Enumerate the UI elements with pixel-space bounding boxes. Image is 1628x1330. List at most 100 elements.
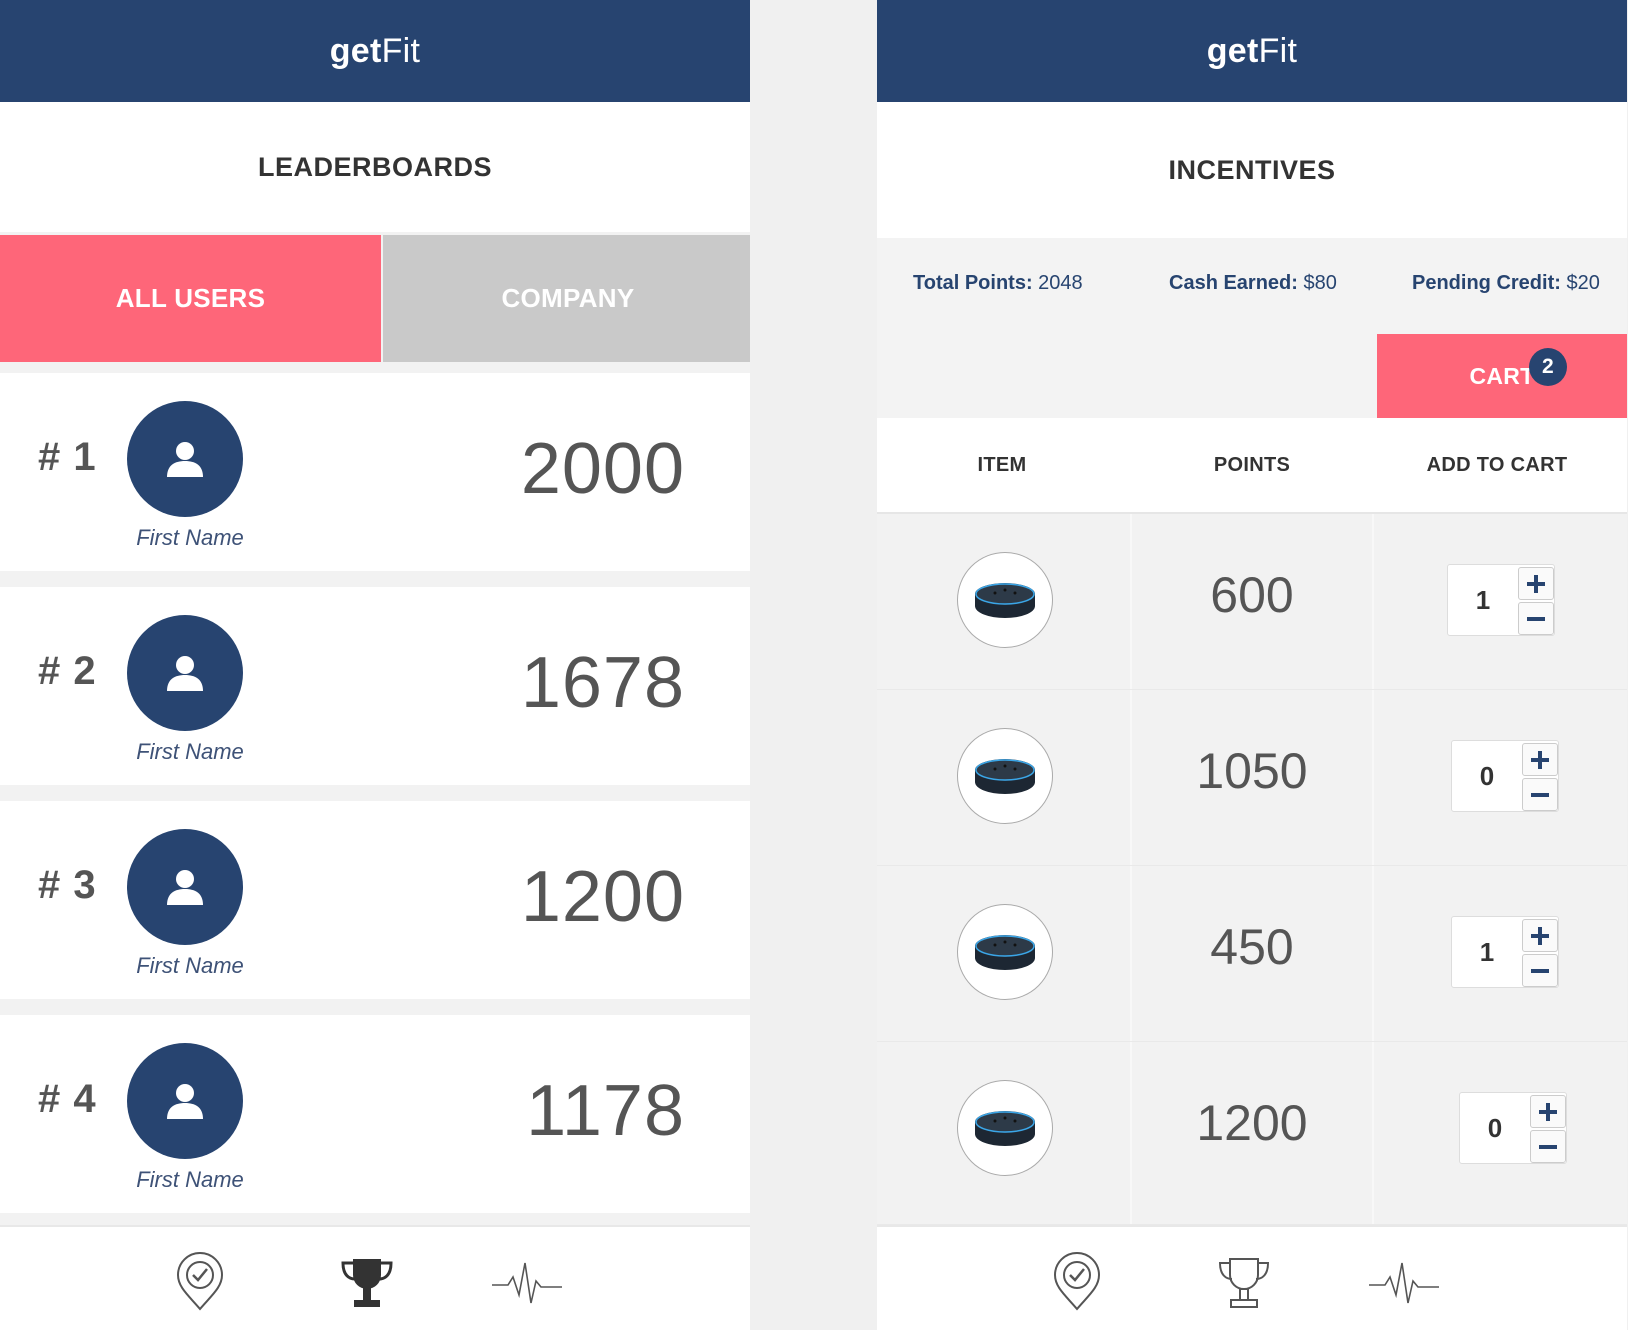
decrement-button[interactable]: [1530, 1130, 1566, 1163]
quantity-stepper: 0: [1459, 1092, 1567, 1164]
heartbeat-icon[interactable]: [490, 1251, 564, 1315]
avatar: [127, 615, 243, 731]
page-title: INCENTIVES: [1168, 154, 1336, 185]
plus-icon: [1531, 750, 1549, 769]
getfit-logo: getFit: [1207, 32, 1298, 71]
leaderboards-screen: getFit LEADERBOARDS ALL USERS COMPANY # …: [0, 0, 750, 1330]
trophy-icon[interactable]: [335, 1251, 399, 1315]
minus-icon: [1527, 616, 1545, 621]
user-icon: [167, 1084, 203, 1119]
item-points: 600: [1210, 567, 1294, 623]
smart-speaker-icon: [975, 935, 1035, 970]
cart-area: CART 2: [877, 328, 1627, 418]
table-row: 600 1: [877, 514, 1627, 690]
rank-label: # 4: [38, 1077, 97, 1121]
quantity-stepper: 1: [1451, 916, 1559, 988]
page-title: LEADERBOARDS: [257, 151, 492, 182]
user-icon: [167, 442, 203, 477]
bottom-nav: [0, 1225, 750, 1330]
item-image: [957, 904, 1053, 1000]
minus-icon: [1531, 968, 1549, 973]
bottom-nav: [877, 1225, 1627, 1330]
rank-label: # 2: [38, 649, 97, 693]
avatar: [127, 1043, 243, 1159]
stat-key: Total Points:: [913, 272, 1033, 294]
plus-icon: [1527, 574, 1545, 593]
checkin-pin-icon[interactable]: [1045, 1251, 1109, 1315]
column-header-item: ITEM: [977, 454, 1027, 476]
total-points-stat: Total Points: 2048: [913, 272, 1083, 295]
stat-key: Cash Earned:: [1169, 272, 1298, 294]
decrement-button[interactable]: [1522, 778, 1558, 811]
increment-button[interactable]: [1530, 1095, 1566, 1128]
app-header: getFit: [0, 0, 750, 102]
user-name: First Name: [136, 1167, 244, 1192]
leaderboard-row: # 4 First Name 1178: [0, 1015, 750, 1213]
increment-button[interactable]: [1518, 567, 1554, 600]
plus-icon: [1539, 1102, 1557, 1121]
item-image: [957, 1080, 1053, 1176]
decrement-button[interactable]: [1522, 954, 1558, 987]
quantity-value[interactable]: 1: [1452, 937, 1522, 968]
stats-bar: Total Points: 2048 Cash Earned: $80 Pend…: [877, 238, 1627, 328]
quantity-stepper: 1: [1447, 564, 1555, 636]
column-divider: [1372, 1042, 1374, 1224]
tab-company[interactable]: COMPANY: [383, 235, 750, 362]
incentives-screen: getFit INCENTIVES Total Points: 2048 Cas…: [877, 0, 1627, 1330]
increment-button[interactable]: [1522, 743, 1558, 776]
item-image: [957, 552, 1053, 648]
tab-all-users[interactable]: ALL USERS: [0, 235, 381, 362]
user-score: 2000: [520, 429, 685, 509]
leaderboard-row: # 3 First Name 1200: [0, 801, 750, 999]
increment-button[interactable]: [1522, 919, 1558, 952]
heartbeat-icon[interactable]: [1367, 1251, 1441, 1315]
user-name: First Name: [136, 953, 244, 978]
smart-speaker-icon: [975, 583, 1035, 618]
minus-icon: [1531, 792, 1549, 797]
table-row: 450 1: [877, 866, 1627, 1042]
avatar: [127, 829, 243, 945]
cart-button[interactable]: CART 2: [1377, 334, 1627, 418]
column-divider: [1372, 514, 1374, 689]
item-points: 450: [1210, 919, 1294, 975]
quantity-value[interactable]: 0: [1460, 1113, 1530, 1144]
table-header: ITEM POINTS ADD TO CART: [877, 418, 1627, 514]
trophy-icon[interactable]: [1212, 1251, 1276, 1315]
logo-light: Fit: [1258, 31, 1298, 70]
minus-icon: [1539, 1144, 1557, 1149]
column-divider: [1372, 866, 1374, 1041]
user-score: 1678: [520, 643, 685, 723]
cart-count-badge: 2: [1529, 348, 1567, 386]
app-header: getFit: [877, 0, 1627, 102]
avatar: [127, 401, 243, 517]
decrement-button[interactable]: [1518, 602, 1554, 635]
user-score: 1178: [526, 1071, 685, 1151]
user-icon: [167, 656, 203, 691]
logo-bold: get: [1206, 31, 1259, 70]
user-score: 1200: [520, 857, 685, 937]
quantity-stepper: 0: [1451, 740, 1559, 812]
quantity-value[interactable]: 0: [1452, 761, 1522, 792]
table-row: 1050 0: [877, 690, 1627, 866]
title-bar: LEADERBOARDS: [0, 102, 750, 232]
rank-label: # 1: [38, 435, 97, 479]
checkin-pin-icon[interactable]: [168, 1251, 232, 1315]
cash-earned-stat: Cash Earned: $80: [1169, 272, 1337, 295]
stat-value: $20: [1560, 272, 1600, 294]
logo-bold: get: [329, 31, 382, 70]
item-image: [957, 728, 1053, 824]
table-row: 1200 0: [877, 1042, 1627, 1225]
title-bar: INCENTIVES: [877, 102, 1627, 238]
leaderboard-row: # 1 First Name 2000: [0, 373, 750, 571]
column-divider: [1372, 690, 1374, 865]
user-name: First Name: [136, 739, 244, 764]
column-header-add-to-cart: ADD TO CART: [1426, 454, 1568, 476]
stat-value: 2048: [1032, 272, 1083, 294]
rank-label: # 3: [38, 863, 97, 907]
plus-icon: [1531, 926, 1549, 945]
logo-light: Fit: [381, 31, 421, 70]
smart-speaker-icon: [975, 1111, 1035, 1146]
pending-credit-stat: Pending Credit: $20: [1412, 272, 1600, 295]
getfit-logo: getFit: [330, 32, 421, 71]
quantity-value[interactable]: 1: [1448, 585, 1518, 616]
